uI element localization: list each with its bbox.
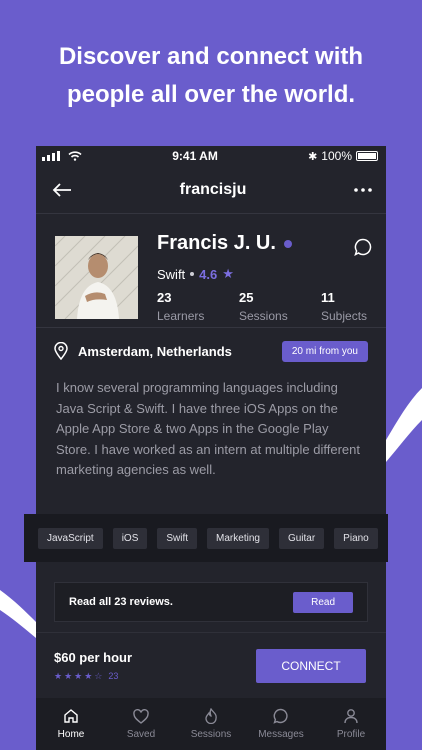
tab-saved[interactable]: Saved	[106, 708, 176, 740]
person-icon	[344, 709, 358, 724]
stat-label: Sessions	[239, 309, 288, 323]
stat-value: 25	[239, 290, 254, 305]
stat-value: 11	[321, 290, 335, 305]
status-bar: 9:41 AM ✱ 100%	[36, 146, 386, 166]
location-row: Amsterdam, Netherlands 20 mi from you	[36, 328, 386, 374]
signal-icon	[42, 151, 60, 161]
stat-learners: 23 Learners	[157, 290, 239, 323]
tab-label: Profile	[336, 729, 366, 740]
promo-headline: Discover and connect with people all ove…	[0, 38, 422, 114]
tab-label: Home	[57, 729, 85, 740]
back-arrow-icon[interactable]	[52, 182, 72, 197]
bluetooth-icon: ✱	[308, 150, 318, 163]
flame-icon	[205, 708, 217, 724]
connect-button[interactable]: CONNECT	[256, 648, 366, 683]
distance-badge: 20 mi from you	[281, 340, 368, 362]
battery-icon	[356, 151, 378, 161]
headline-line-1: Discover and connect with	[58, 43, 364, 70]
profile-name-text: Francis J. U.	[157, 232, 276, 254]
wifi-icon	[68, 151, 82, 161]
headline-line-2: people all over the world.	[66, 81, 356, 108]
nav-bar: francisju	[36, 166, 386, 214]
star-icon: ★	[74, 670, 83, 681]
tag-chip[interactable]: Piano	[334, 527, 378, 549]
online-status-dot	[283, 239, 292, 248]
tab-label: Sessions	[190, 729, 232, 740]
profile-stats: 23 Learners 25 Sessions 11 Subjects	[157, 290, 403, 323]
status-time: 9:41 AM	[172, 149, 218, 163]
star-icon: ★	[222, 266, 234, 281]
pricing-bar: $60 per hour ★ ★ ★ ★ ☆ 23 CONNECT	[36, 632, 386, 698]
tab-sessions[interactable]: Sessions	[176, 708, 246, 740]
read-reviews-button[interactable]: Read	[293, 591, 353, 613]
tab-bar: Home Saved Sessions Messages Profile	[36, 698, 386, 750]
tag-chip[interactable]: Guitar	[278, 527, 325, 549]
profile-subtitle: Swift 4.6 ★	[157, 266, 234, 282]
tag-chip[interactable]: Marketing	[207, 527, 269, 549]
tab-label: Saved	[126, 728, 156, 740]
stat-sessions: 25 Sessions	[239, 290, 321, 323]
stat-value: 23	[157, 290, 172, 305]
rating-stars: ★ ★ ★ ★ ☆ 23	[54, 671, 132, 682]
star-icon: ★	[84, 670, 93, 681]
review-count: 23	[108, 671, 119, 681]
star-icon: ★	[54, 670, 63, 681]
tag-chip[interactable]: Swift	[157, 527, 198, 549]
location-pin-icon	[54, 342, 68, 360]
reviews-card: Read all 23 reviews. Read	[54, 582, 368, 622]
profile-skill: Swift	[157, 266, 186, 282]
hourly-price: $60 per hour	[54, 649, 133, 665]
profile-bio: I know several programming languages inc…	[56, 380, 360, 477]
profile-name: Francis J. U.	[157, 232, 292, 255]
avatar	[55, 236, 138, 319]
tab-home[interactable]: Home	[36, 708, 106, 740]
nav-title: francisju	[179, 180, 247, 198]
heart-icon	[133, 708, 149, 724]
tag-chip[interactable]: JavaScript	[38, 527, 103, 549]
message-icon	[273, 708, 288, 724]
chat-bubble-icon[interactable]	[354, 238, 372, 261]
separator-dot	[190, 272, 195, 276]
profile-header: Francis J. U. Swift 4.6 ★ 23 Learners 25…	[36, 214, 386, 328]
profile-rating: 4.6	[199, 266, 218, 282]
stat-label: Learners	[157, 309, 205, 323]
star-icon: ★	[64, 670, 73, 681]
tag-chip[interactable]: iOS	[112, 527, 148, 549]
tab-messages[interactable]: Messages	[246, 708, 316, 740]
skill-tags-bar[interactable]: JavaScript iOS Swift Marketing Guitar Pi…	[24, 514, 388, 562]
more-options-icon[interactable]	[354, 187, 372, 192]
reviews-text: Read all 23 reviews.	[69, 596, 173, 608]
tab-profile[interactable]: Profile	[316, 708, 386, 740]
stat-label: Subjects	[321, 309, 368, 323]
star-outline-icon: ☆	[94, 670, 103, 681]
tab-label: Messages	[258, 729, 304, 740]
battery-percent: 100%	[321, 149, 352, 163]
stat-subjects: 11 Subjects	[321, 290, 403, 323]
home-icon	[64, 709, 78, 723]
phone-screen: 9:41 AM ✱ 100% francisju Francis J. U. S…	[24, 146, 388, 750]
location-text: Amsterdam, Netherlands	[78, 343, 232, 359]
